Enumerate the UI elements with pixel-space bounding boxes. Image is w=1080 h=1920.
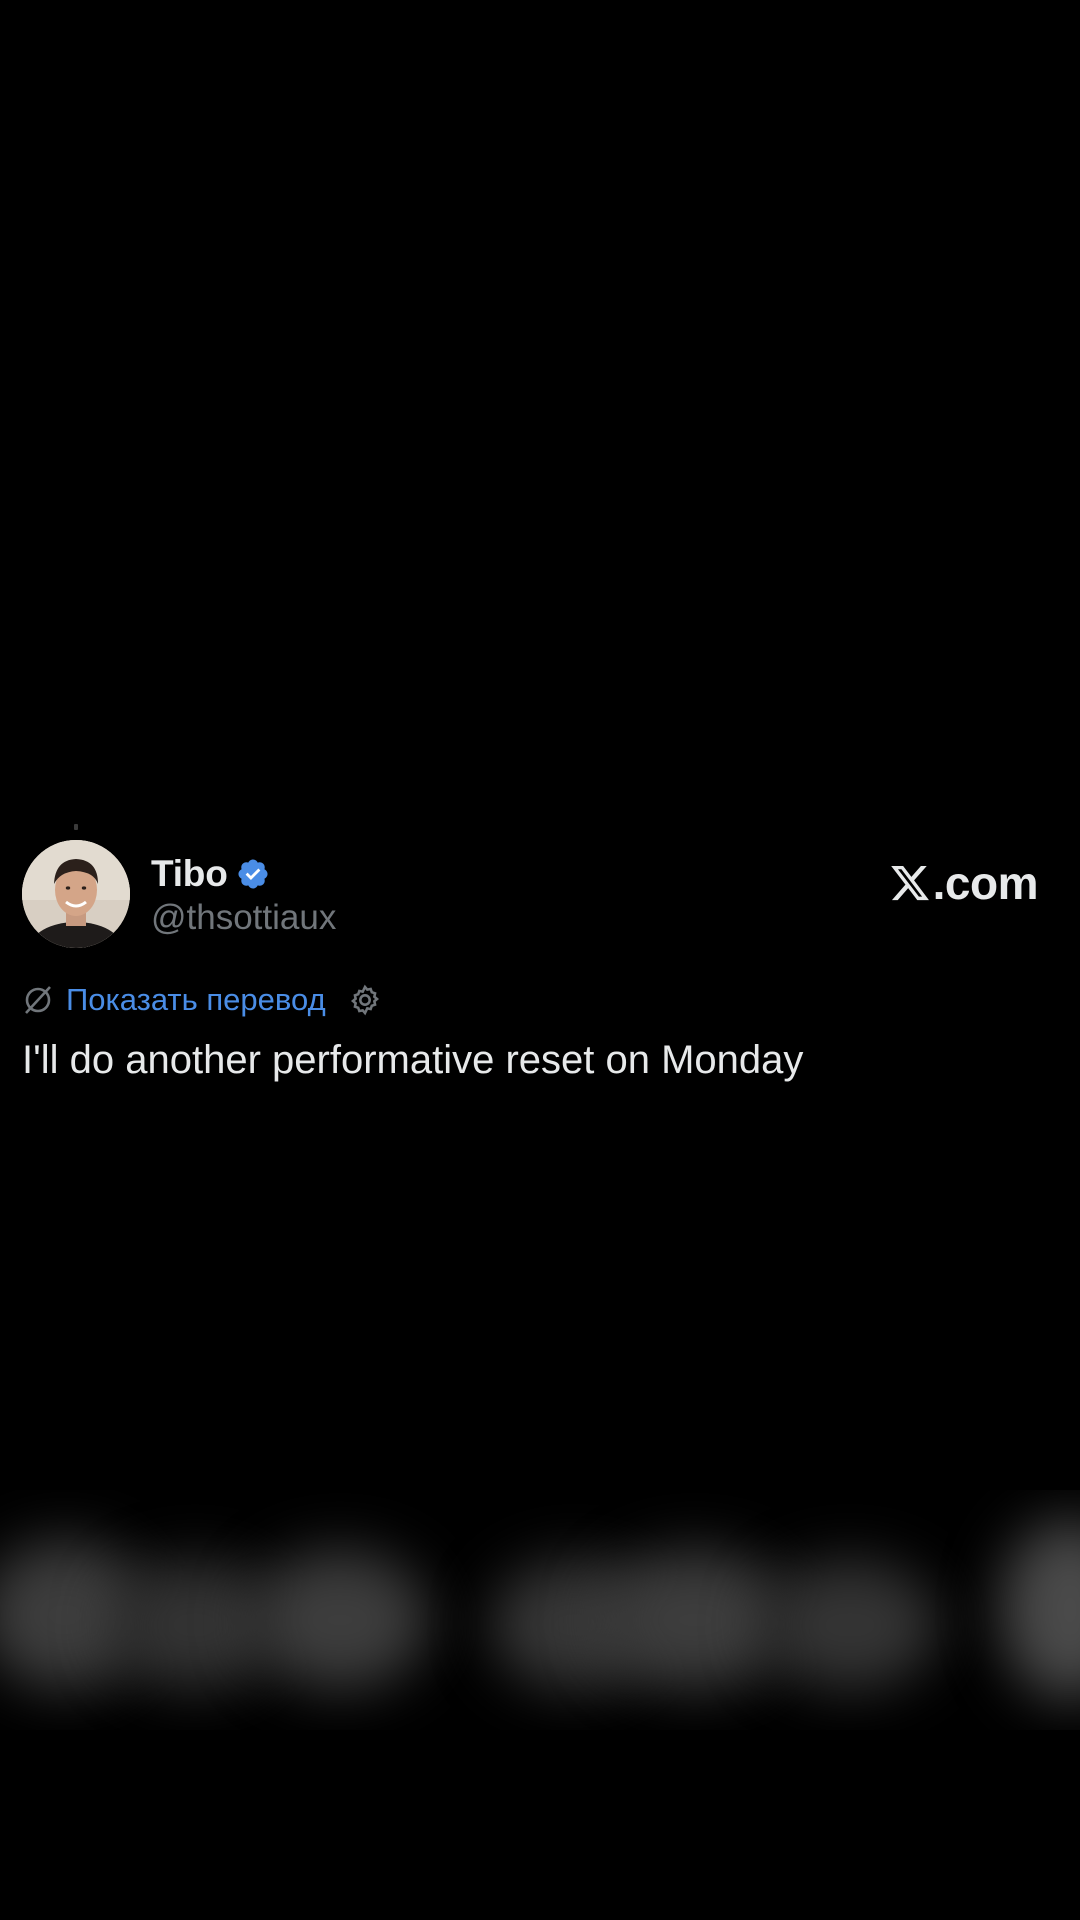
show-translation-link[interactable]: Показать перевод — [66, 982, 326, 1018]
avatar-image — [22, 840, 130, 948]
brand-logo: .com — [889, 856, 1039, 910]
author-name[interactable]: Tibo — [151, 853, 228, 895]
translate-row: Показать перевод — [22, 978, 382, 1022]
post-header: Tibo @thsottiaux .com — [22, 840, 1062, 950]
avatar[interactable] — [22, 840, 130, 948]
x-logo-icon — [890, 865, 929, 901]
verified-badge-icon — [236, 857, 270, 891]
translate-icon — [22, 984, 54, 1016]
author-info: Tibo @thsottiaux — [151, 852, 336, 940]
blurred-content — [0, 1490, 1080, 1730]
post-text: I'll do another performative reset on Mo… — [22, 1038, 804, 1082]
gear-icon[interactable] — [348, 983, 382, 1017]
scroll-indicator-dot — [74, 824, 78, 830]
author-name-row: Tibo — [151, 852, 336, 896]
brand-domain-text: .com — [932, 857, 1039, 909]
author-handle[interactable]: @thsottiaux — [151, 896, 336, 940]
post-card: Tibo @thsottiaux .com Показать перевод I… — [22, 840, 1062, 1082]
